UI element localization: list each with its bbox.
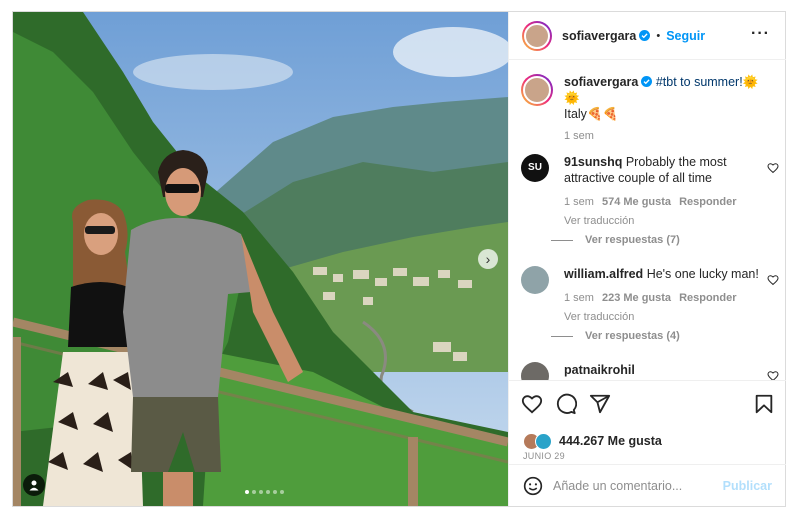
- comment-likes[interactable]: 223 Me gusta: [602, 292, 671, 304]
- verified-badge-icon: [641, 76, 653, 87]
- comment-text: 91sunshq Probably the most attractive co…: [564, 154, 764, 229]
- comment-time: 1 sem: [564, 292, 594, 304]
- bookmark-icon[interactable]: [753, 393, 775, 415]
- emoji-icon[interactable]: [523, 476, 543, 496]
- add-comment-bar: Añade un comentario... Publicar: [509, 464, 786, 507]
- publish-button[interactable]: Publicar: [723, 479, 772, 493]
- liker-avatars: [523, 433, 553, 450]
- carousel-dot: [280, 490, 284, 494]
- commenter-avatar[interactable]: [521, 266, 549, 294]
- carousel-dot: [245, 490, 249, 494]
- heart-icon[interactable]: [767, 162, 779, 174]
- view-replies[interactable]: Ver respuestas (4): [551, 330, 680, 342]
- comment-input[interactable]: Añade un comentario...: [553, 479, 723, 493]
- comment-text: william.alfred He's one lucky man! 1 sem…: [564, 266, 764, 325]
- post-date[interactable]: JUNIO 29: [523, 451, 565, 461]
- caption-time: 1 sem: [564, 130, 594, 142]
- caption-emoji-2: 🍕🍕: [586, 107, 619, 121]
- carousel-dot: [266, 490, 270, 494]
- caption-hashtag[interactable]: #tbt to summer!: [656, 75, 743, 89]
- verified-badge-icon: [639, 30, 651, 41]
- post-modal: › sofiavergara • Seguir ··· sofiavergara…: [12, 11, 786, 507]
- comment-username[interactable]: patnaikrohil: [564, 363, 635, 377]
- share-icon[interactable]: [589, 393, 611, 415]
- reply-button[interactable]: Responder: [679, 196, 736, 208]
- likes-row[interactable]: 444.267 Me gusta: [523, 433, 662, 450]
- view-replies[interactable]: Ver respuestas (7): [551, 234, 680, 246]
- divider: [551, 335, 573, 337]
- author-avatar[interactable]: [522, 20, 552, 51]
- comment-meta: 1 sem 223 Me gusta Responder: [564, 290, 764, 306]
- carousel-indicator: [245, 490, 284, 494]
- translate-link[interactable]: Ver traducción: [564, 213, 764, 229]
- carousel-dot: [273, 490, 277, 494]
- commenter-avatar[interactable]: SU: [521, 154, 549, 182]
- comments-list: sofiavergara #tbt to summer!🌞🌞 Italy🍕🍕 1…: [509, 60, 786, 380]
- post-sidebar: sofiavergara • Seguir ··· sofiavergara #…: [508, 12, 786, 506]
- caption-location: Italy: [564, 107, 587, 121]
- caption-username[interactable]: sofiavergara: [564, 75, 638, 89]
- comment-username[interactable]: william.alfred: [564, 267, 643, 281]
- comment-likes[interactable]: 574 Me gusta: [602, 196, 671, 208]
- chevron-right-icon: ›: [485, 251, 491, 267]
- heart-icon[interactable]: [767, 274, 779, 286]
- translate-link[interactable]: Ver traducción: [564, 309, 764, 325]
- view-replies-label[interactable]: Ver respuestas (7): [585, 234, 680, 246]
- heart-icon[interactable]: [767, 370, 779, 380]
- user-tag-button[interactable]: [23, 474, 45, 496]
- author-username[interactable]: sofiavergara: [562, 29, 636, 43]
- comment-body: He's one lucky man!: [646, 267, 759, 281]
- avatar-image: [523, 76, 551, 104]
- header-separator: •: [656, 29, 661, 42]
- photo-scene: [13, 12, 508, 506]
- avatar-monogram: SU: [528, 162, 542, 173]
- commenter-avatar[interactable]: [521, 362, 549, 380]
- user-tag-icon: [29, 480, 39, 491]
- post-actions: 444.267 Me gusta JUNIO 29: [509, 380, 786, 463]
- carousel-dot: [252, 490, 256, 494]
- caption-avatar[interactable]: [521, 74, 553, 106]
- carousel-dot: [259, 490, 263, 494]
- post-header: sofiavergara • Seguir ···: [509, 12, 786, 60]
- liker-avatar: [535, 433, 552, 450]
- likes-count[interactable]: 444.267 Me gusta: [559, 434, 662, 448]
- divider: [551, 239, 573, 241]
- post-photo[interactable]: ›: [13, 12, 508, 506]
- avatar-image: [524, 22, 550, 49]
- comment-username[interactable]: 91sunshq: [564, 155, 622, 169]
- comment-icon[interactable]: [555, 393, 577, 415]
- comment-time: 1 sem: [564, 196, 594, 208]
- reply-button[interactable]: Responder: [679, 292, 736, 304]
- comment-meta: 1 sem 574 Me gusta Responder: [564, 194, 764, 210]
- heart-icon[interactable]: [521, 393, 543, 415]
- follow-button[interactable]: Seguir: [666, 29, 705, 43]
- comment-text: patnaikrohil: [564, 362, 764, 378]
- view-replies-label[interactable]: Ver respuestas (4): [585, 330, 680, 342]
- more-options-icon[interactable]: ···: [751, 26, 770, 42]
- caption-text: sofiavergara #tbt to summer!🌞🌞 Italy🍕🍕 1…: [564, 74, 764, 144]
- next-image-button[interactable]: ›: [478, 249, 498, 269]
